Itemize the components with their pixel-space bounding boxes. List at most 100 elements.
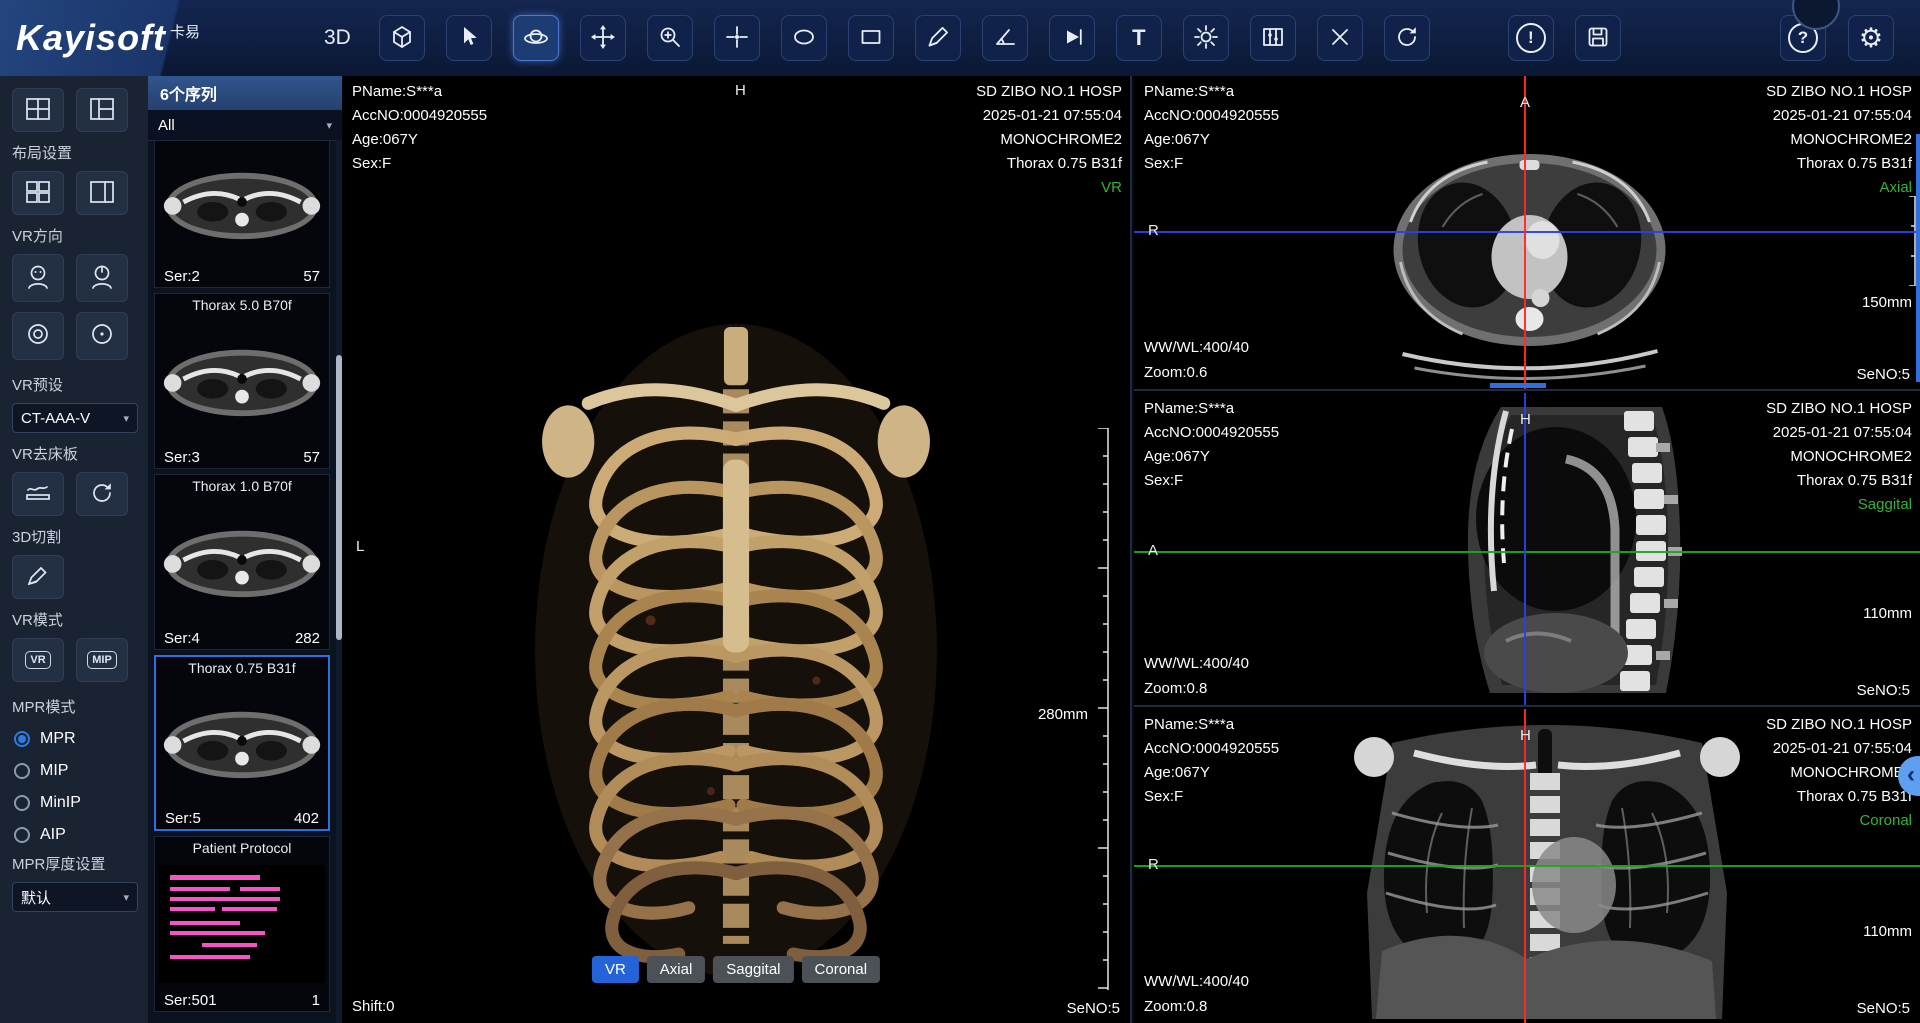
alert-button[interactable]: ! <box>1508 15 1554 61</box>
datetime-text: 2025-01-21 07:55:04 <box>1766 104 1912 128</box>
crosshair-vertical-red[interactable] <box>1524 709 1526 1023</box>
vr-rendering[interactable] <box>530 318 942 978</box>
layout-2x2-button[interactable] <box>12 171 64 215</box>
wwwl-text: WW/WL:400/40 <box>1144 651 1249 676</box>
ct-coronal-image[interactable] <box>1322 713 1772 1021</box>
vr-viewport[interactable]: PName:S***a AccNO:0004920555 Age:067Y Se… <box>342 76 1132 1023</box>
series-count-header: 6个序列 <box>148 76 342 110</box>
cine-play-tool[interactable] <box>1049 15 1095 61</box>
series-item-4[interactable]: Thorax 1.0 B70f Ser:4282 <box>154 474 330 650</box>
mpr-axial-viewport[interactable]: A R PName:S***a AccNO:0004920555 Age:067… <box>1134 76 1920 391</box>
view-button-saggital[interactable]: Saggital <box>713 956 793 983</box>
cut-tool-button[interactable] <box>12 555 64 599</box>
angle-tool[interactable] <box>982 15 1028 61</box>
mpr-thickness-select[interactable]: 默认 ▾ <box>12 882 138 912</box>
vr-preset-label: VR预设 <box>12 374 138 395</box>
hospital-text: SD ZIBO NO.1 HOSP <box>1766 713 1912 737</box>
radio-minip[interactable]: MinIP <box>14 789 136 817</box>
window-level-tool[interactable] <box>1250 15 1296 61</box>
crosshair-vertical-blue[interactable] <box>1524 393 1526 705</box>
radio-dot <box>14 795 30 811</box>
vr-direction-head-button[interactable] <box>12 312 64 360</box>
window-level-icon <box>1260 24 1286 53</box>
radio-label: AIP <box>40 826 66 844</box>
window-info-block: WW/WL:400/40 Zoom:0.8 <box>1144 651 1249 701</box>
crosshair-vertical-red[interactable] <box>1524 76 1526 389</box>
cursor-tool[interactable] <box>446 15 492 61</box>
cut-3d-label: 3D切割 <box>12 526 138 547</box>
datetime-text: 2025-01-21 07:55:04 <box>1766 421 1912 445</box>
series-scrollbar[interactable] <box>336 140 342 1023</box>
pan-tool[interactable] <box>580 15 626 61</box>
ellipse-roi-tool[interactable] <box>781 15 827 61</box>
vr-direction-front-button[interactable] <box>12 254 64 302</box>
remove-bed-button[interactable] <box>12 472 64 516</box>
settings-button[interactable]: ⚙ <box>1848 15 1894 61</box>
crosshair-horizontal-blue[interactable] <box>1134 231 1920 233</box>
series-thumbnail <box>155 145 329 263</box>
delete-tool[interactable] <box>1317 15 1363 61</box>
layout-grid-icon <box>24 96 52 125</box>
vr-direction-label: VR方向 <box>12 225 138 246</box>
layout-grid-button[interactable] <box>12 88 64 132</box>
scale-label: 280mm <box>1038 706 1088 723</box>
series-item-501[interactable]: Patient Protocol Ser:5011 <box>154 836 330 1012</box>
scrollbar-thumb[interactable] <box>336 355 342 640</box>
ct-sagittal-image[interactable] <box>1406 401 1736 699</box>
view-button-coronal[interactable]: Coronal <box>802 956 881 983</box>
vr-direction-back-button[interactable] <box>76 254 128 302</box>
scale-ruler <box>1096 428 1110 990</box>
crosshair-horizontal-green[interactable] <box>1134 865 1920 867</box>
series-filter-value: All <box>158 117 175 134</box>
radio-mpr[interactable]: MPR <box>14 725 136 753</box>
brightness-tool[interactable] <box>1183 15 1229 61</box>
window-info-block: WW/WL:400/40 Zoom:0.8 <box>1144 969 1249 1019</box>
top-toolbar: Kayisoft 卡易 3D T ! ? <box>0 0 1920 76</box>
series-item-3[interactable]: Thorax 5.0 B70f Ser:357 <box>154 293 330 469</box>
vr-bed-label: VR去床板 <box>12 443 138 464</box>
layout-1plus1-button[interactable] <box>76 171 128 215</box>
slice-scrollbar-vertical[interactable] <box>1916 134 1920 382</box>
radio-dot <box>14 827 30 843</box>
application-window: Kayisoft 卡易 3D T ! ? <box>0 0 1920 1023</box>
text-tool[interactable]: T <box>1116 15 1162 61</box>
rotate-3d-tool[interactable] <box>513 15 559 61</box>
series-filter-select[interactable]: All ▾ <box>148 110 342 141</box>
vr-preset-select[interactable]: CT-AAA-V ▾ <box>12 403 138 433</box>
view-button-vr[interactable]: VR <box>592 956 639 983</box>
crosshair-tool[interactable] <box>714 15 760 61</box>
text-tool-icon: T <box>1132 27 1145 49</box>
slice-scrollbar-horizontal[interactable] <box>1490 383 1546 388</box>
vr-direction-feet-button[interactable] <box>76 312 128 360</box>
series-desc-text: Thorax 0.75 B31f <box>1766 785 1912 809</box>
ct-axial-image[interactable] <box>1382 132 1678 380</box>
patient-sex-text: Sex:F <box>1144 152 1279 176</box>
scale-label: 110mm <box>1863 923 1912 940</box>
rect-roi-tool[interactable] <box>848 15 894 61</box>
vr-mode-vr-button[interactable]: VR <box>12 638 64 682</box>
radio-aip[interactable]: AIP <box>14 821 136 849</box>
series-item-5-selected[interactable]: Thorax 0.75 B31f Ser:5402 <box>154 655 330 831</box>
model-3d-tool[interactable] <box>379 15 425 61</box>
mpr-sagittal-viewport[interactable]: H A PName:S***a AccNO:0004920555 Age:067… <box>1134 393 1920 707</box>
layout-custom-button[interactable] <box>76 88 128 132</box>
series-no-text: SeNO:5 <box>1857 366 1910 383</box>
mpr-coronal-viewport[interactable]: H R PName:S***a AccNO:0004920555 Age:067… <box>1134 709 1920 1023</box>
annotate-tool[interactable] <box>915 15 961 61</box>
series-thumbnail <box>155 318 329 444</box>
shift-text: Shift:0 <box>352 994 395 1019</box>
patient-age-text: Age:067Y <box>1144 128 1279 152</box>
wwwl-text: WW/WL:400/40 <box>1144 335 1249 360</box>
reset-vr-button[interactable] <box>76 472 128 516</box>
zoom-in-tool[interactable] <box>647 15 693 61</box>
series-item-2[interactable]: Ser:257 <box>154 140 330 288</box>
view-button-axial[interactable]: Axial <box>647 956 706 983</box>
radio-mip[interactable]: MIP <box>14 757 136 785</box>
patient-accno-text: AccNO:0004920555 <box>352 104 487 128</box>
vr-mode-mip-button[interactable]: MIP <box>76 638 128 682</box>
vr-mode-label: VR模式 <box>12 609 138 630</box>
reset-tool[interactable] <box>1384 15 1430 61</box>
patient-info-block: PName:S***a AccNO:0004920555 Age:067Y Se… <box>352 80 487 176</box>
crosshair-horizontal-green[interactable] <box>1134 551 1920 553</box>
save-button[interactable] <box>1575 15 1621 61</box>
